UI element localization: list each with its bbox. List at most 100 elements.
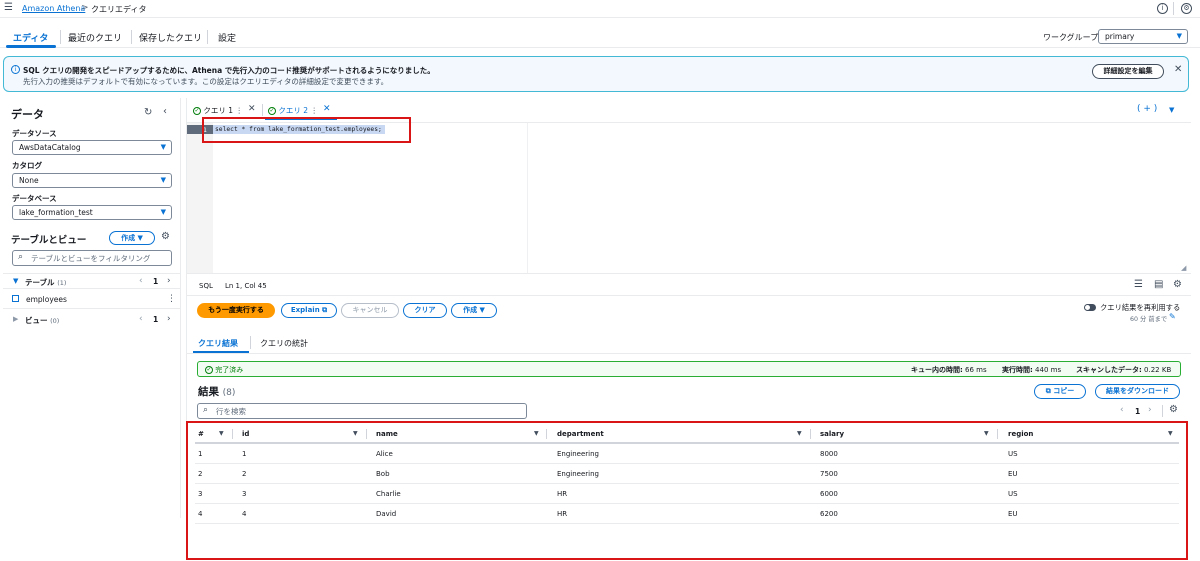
- prev-page-icon[interactable]: ‹: [139, 314, 143, 324]
- tables-and-views-title: テーブルとビュー: [11, 235, 87, 246]
- info-alert: i SQL クエリの開発をスピードアップするために、Athena で先行入力のコ…: [3, 56, 1189, 92]
- caret-down-icon: ▼: [160, 176, 166, 184]
- tab-settings[interactable]: 設定: [218, 31, 236, 44]
- reuse-results-toggle[interactable]: [1084, 304, 1096, 311]
- tab-query-stats[interactable]: クエリの統計: [260, 338, 308, 349]
- refresh-icon[interactable]: ↻: [144, 107, 152, 118]
- next-page-icon[interactable]: ›: [1148, 405, 1152, 415]
- settings-icon[interactable]: ⚙: [1173, 279, 1182, 290]
- active-tab-indicator: [6, 45, 56, 48]
- divider: [187, 353, 1191, 354]
- breadcrumb-separator: >: [81, 3, 89, 13]
- database-label: データベース: [12, 194, 57, 203]
- settings-icon[interactable]: ⚙: [1181, 3, 1192, 14]
- external-link-icon: ⧉: [322, 306, 328, 314]
- close-icon[interactable]: ✕: [248, 104, 256, 114]
- divider: [187, 295, 1191, 296]
- prev-page-icon[interactable]: ‹: [139, 276, 143, 286]
- catalog-label: カタログ: [12, 161, 42, 170]
- breadcrumb-current: クエリエディタ: [91, 5, 147, 14]
- code-editor[interactable]: 1 select * from lake_formation_test.empl…: [187, 122, 1191, 274]
- top-bar: ☰ Amazon Athena > クエリエディタ i ⚙: [0, 0, 1200, 18]
- tables-page-number[interactable]: 1: [153, 277, 158, 286]
- query-tab-1[interactable]: ✓ クエリ 1 ⋮: [193, 105, 243, 116]
- views-section-label[interactable]: ビュー (0): [25, 315, 59, 326]
- sidebar-title: データ: [11, 108, 44, 121]
- tables-section-label[interactable]: テーブル (1): [25, 277, 66, 288]
- query-status-bar: ✓ 完了済み キュー内の時間: 66 ms 実行時間: 440 ms スキャンし…: [197, 361, 1181, 377]
- settings-icon[interactable]: ⚙: [1169, 404, 1178, 415]
- add-tab-button[interactable]: ( + ): [1137, 104, 1157, 114]
- data-scanned: スキャンしたデータ: 0.22 KB: [1076, 366, 1172, 374]
- datasource-label: データソース: [12, 129, 57, 138]
- table-filter-input[interactable]: ⌕ テーブルとビューをフィルタリング: [12, 250, 172, 266]
- format-icon[interactable]: ☰: [1134, 279, 1143, 290]
- next-page-icon[interactable]: ›: [167, 276, 171, 286]
- search-icon: ⌕: [18, 252, 24, 262]
- menu-icon[interactable]: ☰: [4, 2, 13, 13]
- create-button[interactable]: 作成 ▼: [451, 303, 497, 318]
- query-tab-2[interactable]: ✓ クエリ 2 ⋮: [268, 105, 318, 116]
- edit-icon[interactable]: ✎: [1169, 312, 1176, 321]
- collapse-icon[interactable]: ‹: [163, 106, 167, 117]
- divider: [3, 288, 181, 289]
- catalog-select[interactable]: None ▼: [12, 173, 172, 188]
- workgroup-select[interactable]: primary ▼: [1098, 29, 1188, 44]
- database-select[interactable]: lake_formation_test ▼: [12, 205, 172, 220]
- exec-time: 実行時間: 440 ms: [1002, 366, 1062, 374]
- close-icon[interactable]: ✕: [1174, 64, 1182, 75]
- results-title: 結果 (8): [198, 386, 236, 398]
- copy-icon: ⧉: [1045, 387, 1051, 395]
- status-completed: ✓ 完了済み: [205, 366, 244, 374]
- expand-tables-icon[interactable]: ▼: [13, 277, 18, 285]
- info-icon: i: [11, 65, 20, 74]
- divider: [262, 104, 263, 116]
- workgroup-label: ワークグループ: [1043, 33, 1099, 42]
- queue-time: キュー内の時間: 66 ms: [911, 366, 987, 374]
- cancel-button[interactable]: キャンセル: [341, 303, 399, 318]
- tab-editor[interactable]: エディタ: [13, 31, 48, 44]
- clear-button[interactable]: クリア: [403, 303, 447, 318]
- create-table-button[interactable]: 作成 ▼: [109, 231, 155, 245]
- results-page-number[interactable]: 1: [1135, 407, 1140, 416]
- explain-button[interactable]: Explain ⧉: [281, 303, 337, 318]
- check-icon: ✓: [205, 366, 213, 374]
- edit-settings-button[interactable]: 詳細設定を編集: [1092, 64, 1164, 79]
- main-tabs: エディタ 最近のクエリ 保存したクエリ 設定 ワークグループ primary ▼: [0, 26, 1200, 48]
- tab-query-results[interactable]: クエリ結果: [198, 338, 238, 349]
- check-icon: ✓: [193, 107, 201, 115]
- expand-views-icon[interactable]: ▶: [13, 315, 18, 323]
- caret-down-icon[interactable]: ▼: [1169, 106, 1174, 114]
- row-search-input[interactable]: ⌕ 行を検索: [197, 403, 527, 419]
- table-icon: [12, 295, 19, 302]
- close-icon[interactable]: ✕: [323, 104, 331, 114]
- tab-saved-queries[interactable]: 保存したクエリ: [139, 31, 202, 44]
- resize-handle-icon[interactable]: ◢: [1181, 264, 1186, 272]
- breadcrumb-home[interactable]: Amazon Athena: [22, 4, 85, 13]
- tab-recent-queries[interactable]: 最近のクエリ: [68, 31, 122, 44]
- download-results-button[interactable]: 結果をダウンロード: [1095, 384, 1180, 399]
- keyboard-icon[interactable]: ▤: [1154, 279, 1163, 290]
- divider: [207, 30, 208, 44]
- info-icon[interactable]: i: [1157, 3, 1168, 14]
- copy-button[interactable]: ⧉ コピー: [1034, 384, 1086, 399]
- table-item-employees[interactable]: employees: [26, 295, 67, 304]
- alert-title: SQL クエリの開発をスピードアップするために、Athena で先行入力のコード…: [23, 66, 435, 75]
- views-page-number[interactable]: 1: [153, 315, 158, 324]
- more-options-icon[interactable]: ⋮: [167, 294, 176, 304]
- datasource-select[interactable]: AwsDataCatalog ▼: [12, 140, 172, 155]
- caret-down-icon: ▼: [1176, 32, 1182, 40]
- check-icon: ✓: [268, 107, 276, 115]
- run-again-button[interactable]: もう一度実行する: [197, 303, 275, 318]
- search-icon: ⌕: [203, 405, 209, 415]
- print-margin: [527, 123, 528, 273]
- next-page-icon[interactable]: ›: [167, 314, 171, 324]
- divider: [3, 273, 181, 274]
- divider: [3, 308, 181, 309]
- highlight-box-results: [186, 421, 1188, 560]
- prev-page-icon[interactable]: ‹: [1120, 405, 1124, 415]
- settings-icon[interactable]: ⚙: [161, 231, 170, 242]
- divider: [60, 30, 61, 44]
- divider: [131, 30, 132, 44]
- reuse-results-sub: 60 分 前まで: [1130, 316, 1168, 323]
